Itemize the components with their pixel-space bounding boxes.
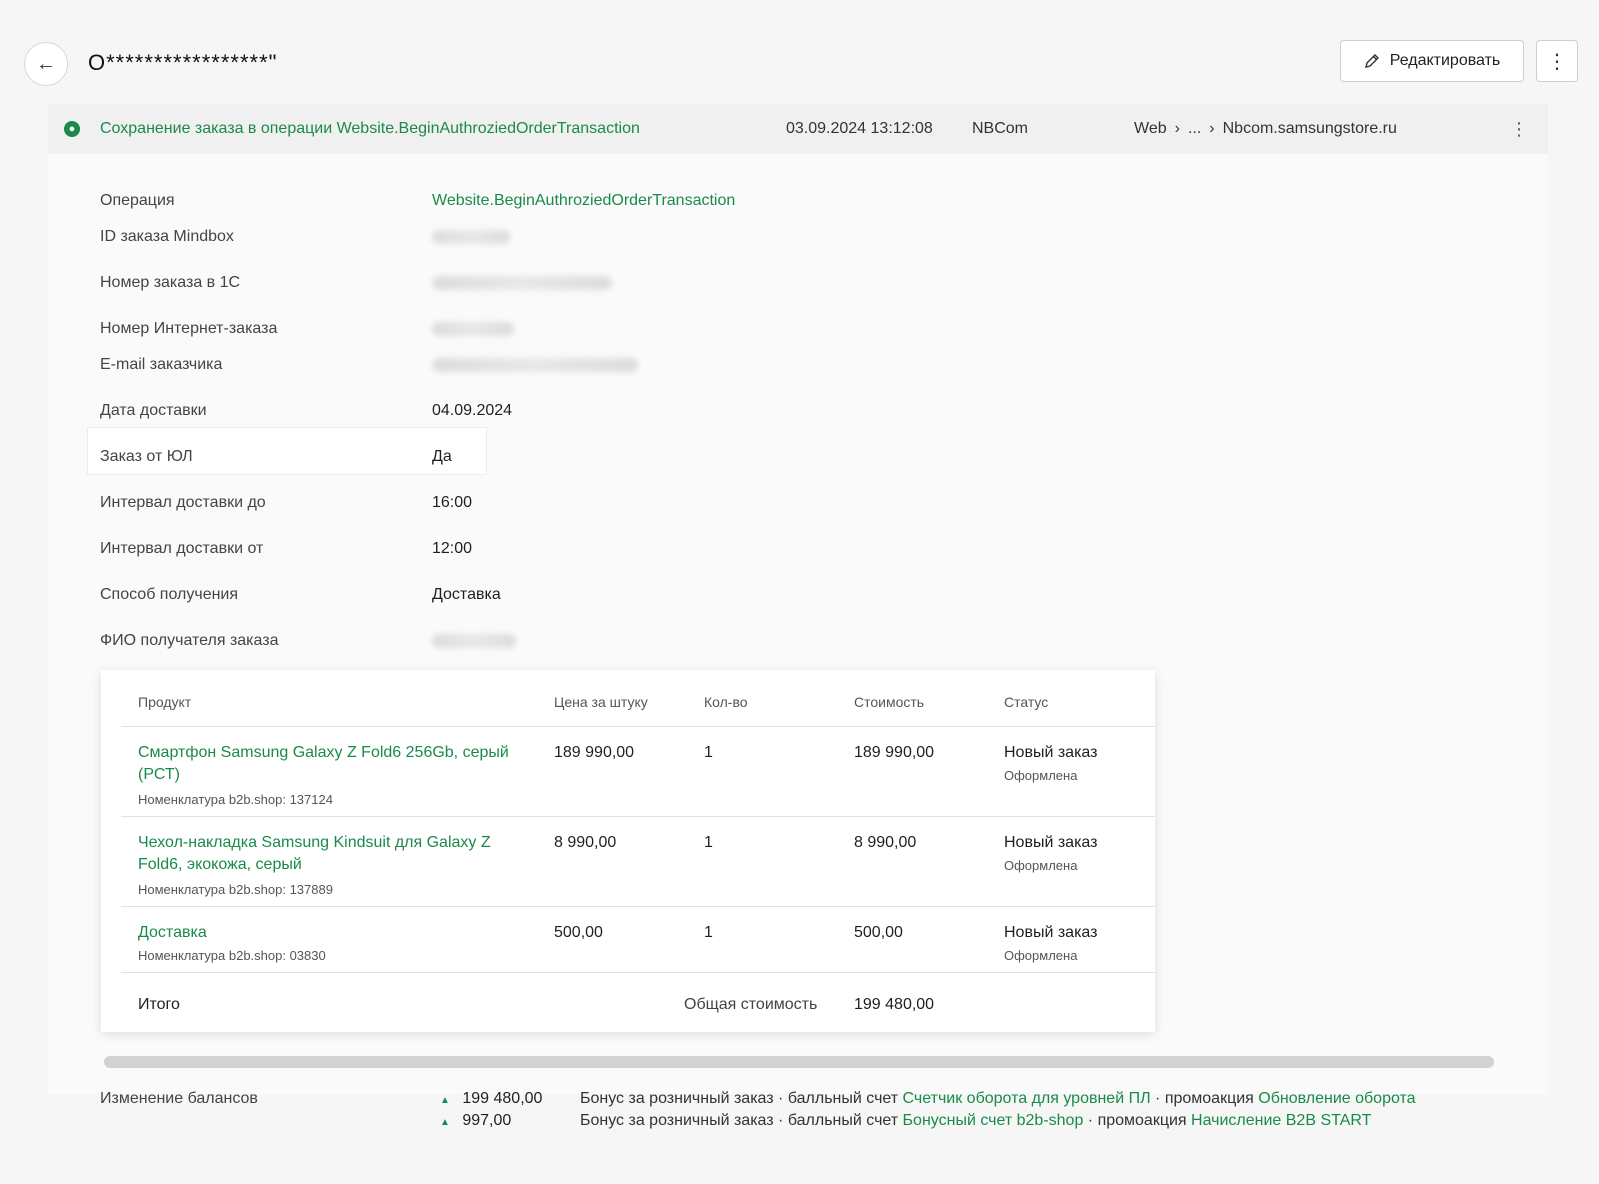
horizontal-scrollbar[interactable] xyxy=(104,1056,1494,1068)
event-datetime: 03.09.2024 13:12:08 xyxy=(786,120,933,137)
points-account-link[interactable]: Бонусный счет b2b-shop xyxy=(903,1112,1084,1129)
breadcrumb-item: Nbcom.samsungstore.ru xyxy=(1222,120,1397,137)
divider xyxy=(121,972,1155,973)
field-delivery-date: Дата доставки 04.09.2024 xyxy=(100,402,513,419)
field-legal-entity: Заказ от ЮЛ Да xyxy=(100,448,452,465)
arrow-left-icon: ← xyxy=(36,52,56,75)
field-delivery-method: Способ получения Доставка xyxy=(100,586,501,603)
user-status-icon: ● xyxy=(64,121,80,137)
operation-link[interactable]: Website.BeginAuthroziedOrderTransaction xyxy=(432,192,735,210)
chevron-right-icon: › xyxy=(1209,120,1215,137)
field-1c-number: Номер заказа в 1С xyxy=(100,264,1400,304)
product-cost: 500,00 xyxy=(854,924,903,941)
total-cost-label: Общая стоимость xyxy=(684,996,818,1013)
product-qty: 1 xyxy=(704,924,713,941)
balances-label: Изменение балансов xyxy=(100,1090,258,1107)
divider xyxy=(121,726,1155,727)
event-brand: NBCom xyxy=(972,120,1029,137)
total-cost-value: 199 480,00 xyxy=(854,996,935,1013)
product-status: Новый заказ xyxy=(1004,834,1098,851)
blurred-value xyxy=(432,322,514,336)
product-sku: Номенклатура b2b.shop: 137889 xyxy=(138,882,333,897)
product-link[interactable]: Чехол-накладка Samsung Kindsuit для Gala… xyxy=(138,832,491,854)
product-price: 8 990,00 xyxy=(554,834,617,851)
col-header-cost: Стоимость xyxy=(854,694,925,710)
balance-amount: ▲ 997,00 xyxy=(440,1112,512,1129)
divider xyxy=(121,906,1155,907)
chevron-right-icon: › xyxy=(1174,120,1180,137)
blurred-value xyxy=(432,358,638,372)
product-link[interactable]: Доставка xyxy=(138,922,207,944)
triangle-up-icon: ▲ xyxy=(440,1095,450,1106)
product-sku: Номенклатура b2b.shop: 137124 xyxy=(138,792,333,807)
product-status: Новый заказ xyxy=(1004,744,1098,761)
vertical-dots-icon: ⋮ xyxy=(1547,50,1567,73)
edit-button[interactable]: Редактировать xyxy=(1340,40,1524,82)
balance-description: Бонус за розничный заказ · балльный счет… xyxy=(580,1090,1416,1107)
event-row[interactable]: ● Сохранение заказа в операции Website.B… xyxy=(48,104,1548,154)
blurred-value xyxy=(432,276,612,290)
breadcrumb-item: Web xyxy=(1134,120,1167,137)
product-link[interactable]: Fold6, экокожа, серый xyxy=(138,854,302,876)
blurred-value xyxy=(432,230,510,244)
edit-button-label: Редактировать xyxy=(1389,52,1501,69)
order-page: ← O*****************" Редактировать ⋮ ● … xyxy=(0,0,1599,1184)
product-link[interactable]: (РСТ) xyxy=(138,764,180,786)
more-actions-button[interactable]: ⋮ xyxy=(1536,40,1578,82)
field-interval-from: Интервал доставки от 12:00 xyxy=(100,540,473,557)
page-title: O*****************" xyxy=(88,50,278,75)
field-interval-to: Интервал доставки до 16:00 xyxy=(100,494,473,511)
product-qty: 1 xyxy=(704,744,713,761)
pencil-icon xyxy=(1364,54,1379,68)
product-qty: 1 xyxy=(704,834,713,851)
product-substatus: Оформлена xyxy=(1004,768,1078,783)
points-account-link[interactable]: Счетчик оборота для уровней ПЛ xyxy=(903,1090,1151,1107)
balance-amount: ▲ 199 480,00 xyxy=(440,1090,543,1107)
divider xyxy=(121,816,1155,817)
products-table: Продукт Цена за штуку Кол-во Стоимость С… xyxy=(101,670,1155,1032)
product-status: Новый заказ xyxy=(1004,924,1098,941)
total-label: Итого xyxy=(138,996,180,1013)
col-header-price: Цена за штуку xyxy=(554,694,648,710)
col-header-product: Продукт xyxy=(138,694,192,710)
promo-link[interactable]: Обновление оборота xyxy=(1258,1090,1415,1107)
col-header-status: Статус xyxy=(1004,694,1049,710)
event-more-icon[interactable]: ⋮ xyxy=(1510,119,1528,140)
product-substatus: Оформлена xyxy=(1004,948,1078,963)
triangle-up-icon: ▲ xyxy=(440,1117,450,1128)
product-cost: 189 990,00 xyxy=(854,744,935,761)
col-header-qty: Кол-во xyxy=(704,694,748,710)
event-title[interactable]: Сохранение заказа в операции Website.Beg… xyxy=(100,120,640,138)
back-button[interactable]: ← xyxy=(24,42,68,86)
product-link[interactable]: Смартфон Samsung Galaxy Z Fold6 256Gb, с… xyxy=(138,742,509,764)
field-recipient-name: ФИО получателя заказа xyxy=(100,622,1400,662)
product-price: 189 990,00 xyxy=(554,744,635,761)
product-substatus: Оформлена xyxy=(1004,858,1078,873)
promo-link[interactable]: Начисление B2B START xyxy=(1191,1112,1371,1129)
field-customer-email: E-mail заказчика xyxy=(100,346,1400,386)
product-cost: 8 990,00 xyxy=(854,834,917,851)
field-operation: Операция Website.BeginAuthroziedOrderTra… xyxy=(100,192,736,210)
field-web-order-number: Номер Интернет-заказа xyxy=(100,310,1400,350)
product-price: 500,00 xyxy=(554,924,603,941)
event-breadcrumb: Web › ... › Nbcom.samsungstore.ru xyxy=(1134,120,1397,138)
field-mindbox-id: ID заказа Mindbox xyxy=(100,218,1400,258)
product-sku: Номенклатура b2b.shop: 03830 xyxy=(138,948,326,963)
balance-description: Бонус за розничный заказ · балльный счет… xyxy=(580,1112,1372,1129)
blurred-value xyxy=(432,634,516,648)
breadcrumb-item: ... xyxy=(1187,120,1202,137)
